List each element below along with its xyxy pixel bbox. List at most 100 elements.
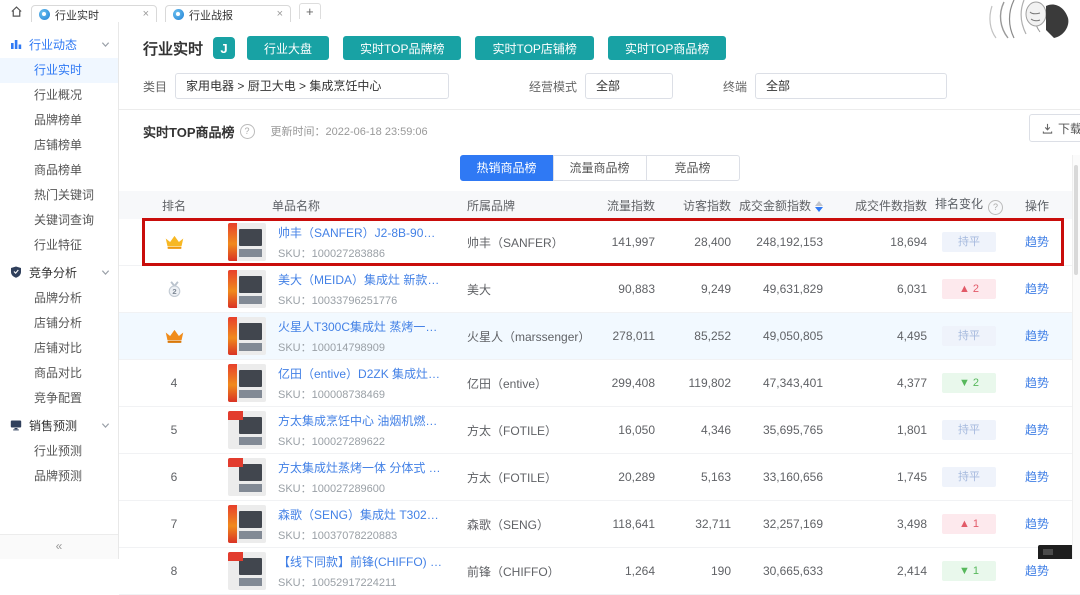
- section-header: 实时TOP商品榜 更新时间：2022-06-18 23:59:06 下载数据: [119, 110, 1080, 147]
- rank-change-badge: ▼ 1: [942, 561, 996, 581]
- download-label: 下载数据: [1058, 120, 1080, 137]
- rank-change-cell: 持平: [927, 326, 1011, 346]
- trend-link[interactable]: 趋势: [1025, 235, 1049, 249]
- sidebar-item-关键词查询[interactable]: 关键词查询: [0, 208, 118, 233]
- product-cell: 【线下同款】前锋(CHIFFO) 集成灶蒸烤一体.. SKU：100529172…: [205, 552, 445, 590]
- sort-icon[interactable]: [815, 201, 823, 212]
- new-tab-button[interactable]: +: [299, 3, 321, 19]
- product-title-link[interactable]: 亿田（entive）D2ZK 集成灶蒸烤一体 家用蒸..: [278, 365, 443, 382]
- product-thumbnail[interactable]: [228, 458, 266, 496]
- trend-link[interactable]: 趋势: [1025, 423, 1049, 437]
- trend-link[interactable]: 趋势: [1025, 329, 1049, 343]
- sidebar-item-品牌榜单[interactable]: 品牌榜单: [0, 108, 118, 133]
- sidebar-section-竞争分析[interactable]: 竞争分析: [0, 258, 118, 286]
- sidebar-item-商品榜单[interactable]: 商品榜单: [0, 158, 118, 183]
- table-row[interactable]: 6 方太集成灶蒸烤一体 分体式 集成烹饪中心 蒸.. SKU：100027289…: [119, 454, 1080, 501]
- header-nav-button[interactable]: 实时TOP商品榜: [608, 36, 726, 60]
- category-select[interactable]: 家用电器 > 厨卫大电 > 集成烹饪中心: [175, 73, 449, 99]
- sidebar-section-销售预测[interactable]: 销售预测: [0, 411, 118, 439]
- header-nav-button[interactable]: 行业大盘: [247, 36, 329, 60]
- update-time-label: 更新时间：: [271, 126, 326, 138]
- scrollbar-thumb[interactable]: [1074, 165, 1078, 275]
- mode-select[interactable]: 全部: [585, 73, 673, 99]
- home-icon[interactable]: [10, 5, 23, 18]
- rank-tab[interactable]: 竞品榜: [646, 155, 740, 181]
- traffic-index-cell: 299,408: [585, 376, 655, 390]
- visitor-index-cell: 28,400: [655, 235, 731, 249]
- chevron-down-icon: [101, 40, 110, 49]
- product-thumbnail[interactable]: [228, 505, 266, 543]
- trend-link[interactable]: 趋势: [1025, 470, 1049, 484]
- gmv-index-cell: 49,631,829: [731, 282, 823, 296]
- product-title-link[interactable]: 方太集成烹饪中心 油烟机燃气灶灶蒸烤一体..: [278, 412, 443, 429]
- trend-link[interactable]: 趋势: [1025, 376, 1049, 390]
- product-thumbnail[interactable]: [228, 411, 266, 449]
- table-row[interactable]: 帅丰（SANFER）J2-8B-90ST 集成灶左蒸右.. SKU：100027…: [119, 219, 1080, 266]
- gmv-index-cell: 30,665,633: [731, 564, 823, 578]
- sidebar-item-品牌分析[interactable]: 品牌分析: [0, 286, 118, 311]
- browser-tab-label: 行业实时: [55, 7, 99, 23]
- units-index-cell: 3,498: [823, 517, 927, 531]
- product-thumbnail[interactable]: [228, 552, 266, 590]
- sidebar-item-行业实时[interactable]: 行业实时: [0, 58, 118, 83]
- sidebar-section-label: 销售预测: [29, 417, 77, 434]
- table-row[interactable]: 2 美大（MEIDA）集成灶 新款蒸箱E9-J恒温蒸.. SKU：1003379…: [119, 266, 1080, 313]
- browser-tab-label: 行业战报: [189, 7, 233, 23]
- rank-change-badge: ▲ 1: [942, 514, 996, 534]
- sidebar-item-品牌预测[interactable]: 品牌预测: [0, 464, 118, 489]
- product-title-link[interactable]: 美大（MEIDA）集成灶 新款蒸箱E9-J恒温蒸..: [278, 271, 443, 288]
- table-row[interactable]: 8 【线下同款】前锋(CHIFFO) 集成灶蒸烤一体.. SKU：1005291…: [119, 548, 1080, 595]
- sidebar-section-行业动态[interactable]: 行业动态: [0, 30, 118, 58]
- sidebar-collapse-button[interactable]: «: [0, 534, 118, 559]
- header-nav-button[interactable]: 实时TOP品牌榜: [343, 36, 461, 60]
- sidebar-item-行业概况[interactable]: 行业概况: [0, 83, 118, 108]
- product-title-link[interactable]: 森歌（SENG）集成灶 T302集成蒸箱一体厨..: [278, 506, 443, 523]
- sidebar-item-行业预测[interactable]: 行业预测: [0, 439, 118, 464]
- sidebar-item-label: 店铺对比: [34, 341, 82, 355]
- info-icon[interactable]: [988, 200, 1003, 215]
- product-sku: SKU：100027289622: [278, 433, 443, 449]
- product-thumbnail[interactable]: [228, 364, 266, 402]
- category-label: 类目: [143, 78, 167, 95]
- rank-cell: 2: [143, 281, 205, 298]
- trend-link[interactable]: 趋势: [1025, 564, 1049, 578]
- col-gmv-index: 成交金额指数: [731, 197, 823, 214]
- sidebar-item-店铺分析[interactable]: 店铺分析: [0, 311, 118, 336]
- sidebar-item-label: 品牌分析: [34, 291, 82, 305]
- download-button[interactable]: 下载数据: [1029, 114, 1080, 142]
- rank-tab[interactable]: 热销商品榜: [460, 155, 554, 181]
- product-title-link[interactable]: 【线下同款】前锋(CHIFFO) 集成灶蒸烤一体..: [278, 553, 443, 570]
- update-time: 更新时间：2022-06-18 23:59:06: [271, 123, 428, 139]
- rank-tab[interactable]: 流量商品榜: [553, 155, 647, 181]
- product-title-link[interactable]: 帅丰（SANFER）J2-8B-90ST 集成灶左蒸右..: [278, 224, 443, 241]
- product-title-link[interactable]: 方太集成灶蒸烤一体 分体式 集成烹饪中心 蒸..: [278, 459, 443, 476]
- product-sku: SKU：100027289600: [278, 480, 443, 496]
- header-nav-button[interactable]: 实时TOP店铺榜: [475, 36, 593, 60]
- close-icon[interactable]: ×: [269, 9, 283, 20]
- product-cell: 火星人T300C集成灶 蒸烤一体集成灶 挥手智.. SKU：1000147989…: [205, 317, 445, 355]
- sidebar-item-店铺对比[interactable]: 店铺对比: [0, 336, 118, 361]
- visitor-index-cell: 4,346: [655, 423, 731, 437]
- info-icon[interactable]: [240, 124, 255, 139]
- sidebar-item-店铺榜单[interactable]: 店铺榜单: [0, 133, 118, 158]
- action-cell: 趋势: [1011, 515, 1063, 533]
- product-thumbnail[interactable]: [228, 223, 266, 261]
- terminal-select[interactable]: 全部: [755, 73, 947, 99]
- sidebar-item-竞争配置[interactable]: 竞争配置: [0, 386, 118, 411]
- table-row[interactable]: 火星人T300C集成灶 蒸烤一体集成灶 挥手智.. SKU：1000147989…: [119, 313, 1080, 360]
- sidebar-item-行业特征[interactable]: 行业特征: [0, 233, 118, 258]
- trend-link[interactable]: 趋势: [1025, 282, 1049, 296]
- table-row[interactable]: 5 方太集成烹饪中心 油烟机燃气灶灶蒸烤一体.. SKU：10002728962…: [119, 407, 1080, 454]
- sidebar-item-label: 品牌榜单: [34, 113, 82, 127]
- product-thumbnail[interactable]: [228, 317, 266, 355]
- sidebar-item-商品对比[interactable]: 商品对比: [0, 361, 118, 386]
- visitor-index-cell: 85,252: [655, 329, 731, 343]
- table-row[interactable]: 7 森歌（SENG）集成灶 T302集成蒸箱一体厨.. SKU：10037078…: [119, 501, 1080, 548]
- col-rank: 排名: [143, 197, 205, 214]
- sidebar-item-热门关键词[interactable]: 热门关键词: [0, 183, 118, 208]
- product-thumbnail[interactable]: [228, 270, 266, 308]
- trend-link[interactable]: 趋势: [1025, 517, 1049, 531]
- table-row[interactable]: 4 亿田（entive）D2ZK 集成灶蒸烤一体 家用蒸.. SKU：10000…: [119, 360, 1080, 407]
- close-icon[interactable]: ×: [135, 9, 149, 20]
- product-title-link[interactable]: 火星人T300C集成灶 蒸烤一体集成灶 挥手智..: [278, 318, 443, 335]
